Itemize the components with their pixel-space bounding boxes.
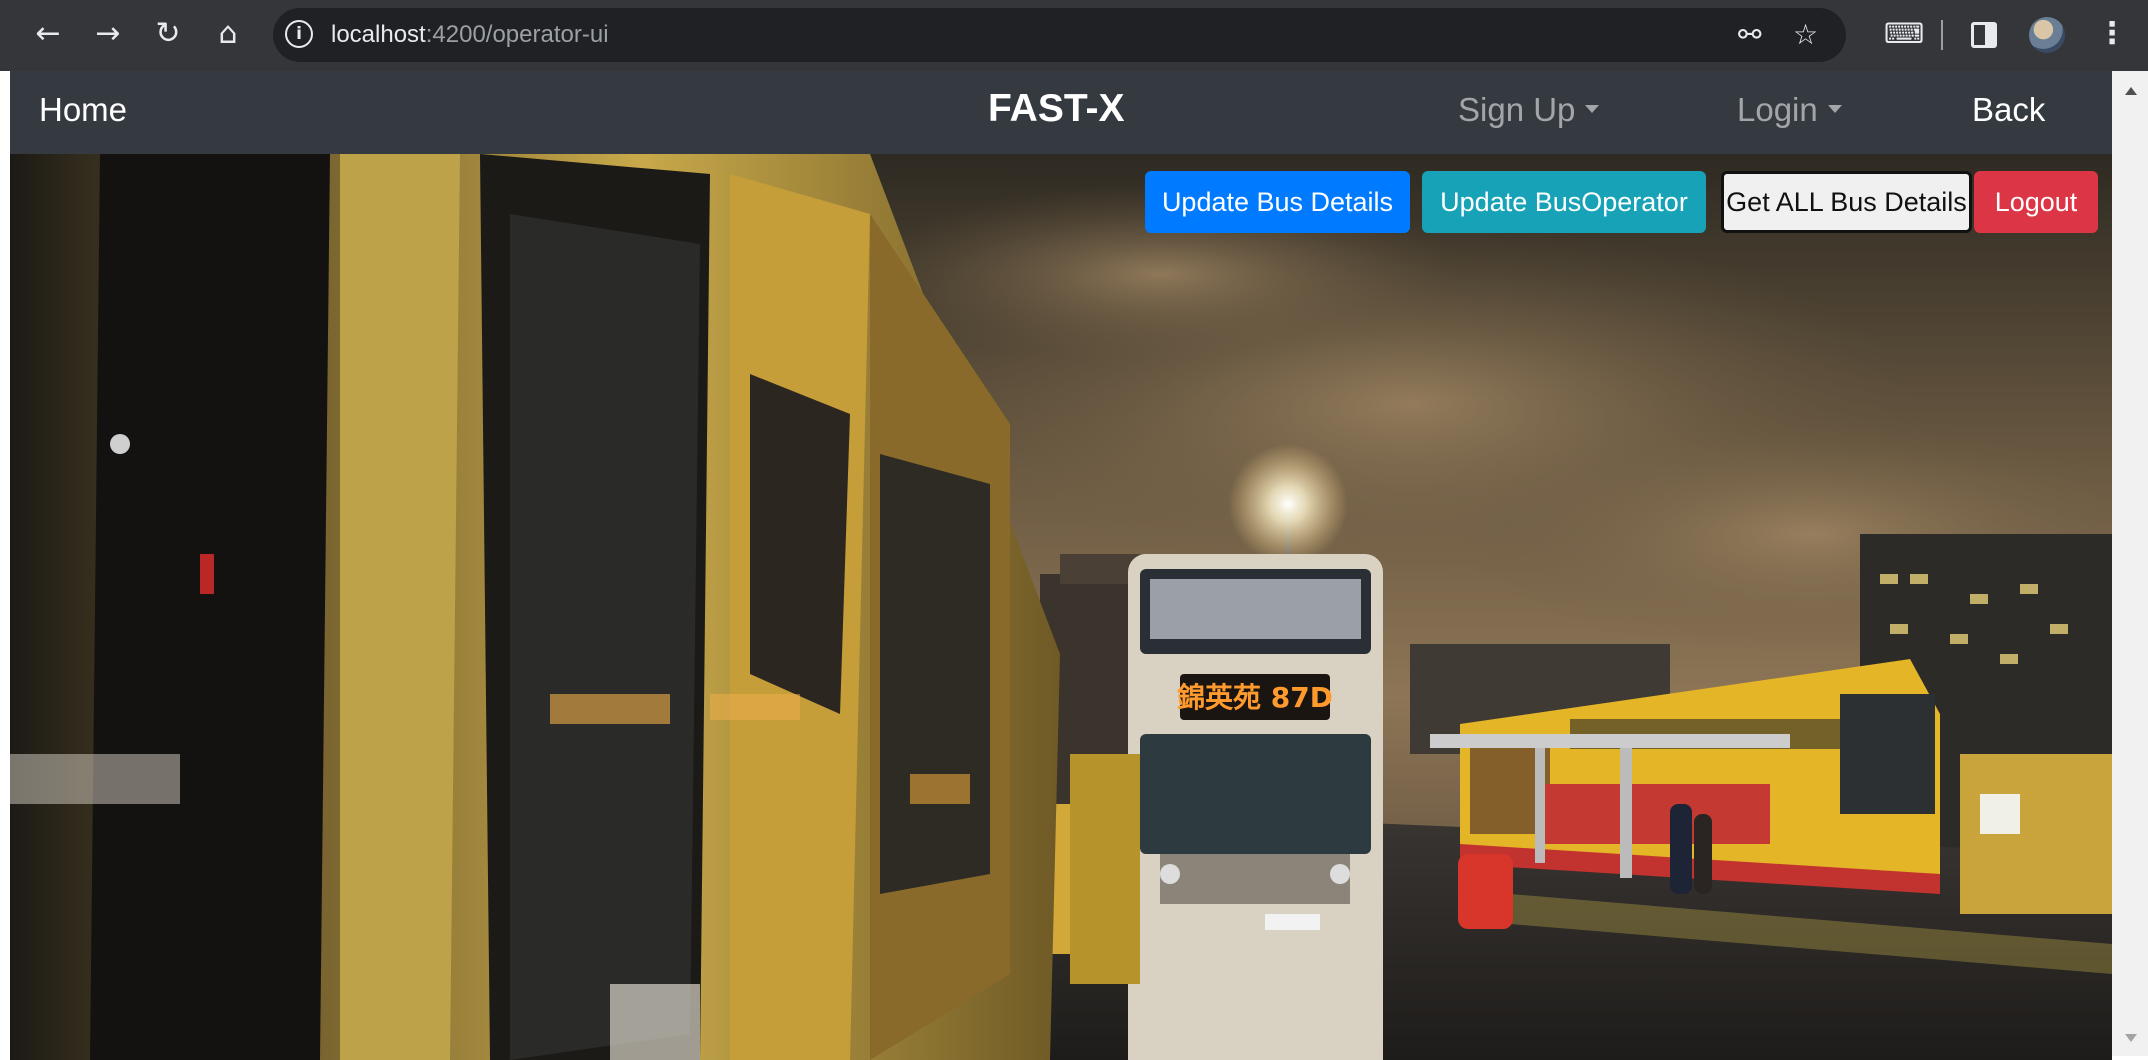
scroll-down-arrow-icon[interactable]: [2125, 1034, 2137, 1042]
brand-title[interactable]: FAST-X: [988, 85, 1125, 133]
page-scrollbar[interactable]: [2112, 71, 2148, 1056]
nav-home-link[interactable]: Home: [39, 89, 127, 131]
update-bus-details-button[interactable]: Update Bus Details: [1145, 171, 1410, 233]
forward-arrow-icon[interactable]: →: [88, 14, 128, 54]
bookmark-star-icon[interactable]: ☆: [1793, 18, 1818, 52]
menu-kebab-icon[interactable]: ⋮: [2097, 14, 2127, 54]
bus-destination-sign: 錦英苑 87D: [1177, 681, 1333, 714]
update-bus-operator-button[interactable]: Update BusOperator: [1422, 171, 1706, 233]
hero-background-image: 錦英苑 87D: [10, 154, 2112, 1060]
url-host: localhost: [331, 21, 426, 48]
password-key-icon[interactable]: ⚯: [1738, 18, 1761, 52]
back-arrow-icon[interactable]: ←: [28, 14, 68, 54]
nav-signup-dropdown[interactable]: Sign Up: [1458, 89, 1600, 131]
nav-back-link[interactable]: Back: [1972, 89, 2045, 131]
nav-login-label: Login: [1737, 91, 1818, 128]
extensions-icon[interactable]: ⌨: [1884, 14, 1924, 54]
url-path: :4200/operator-ui: [425, 21, 609, 48]
logout-button[interactable]: Logout: [1974, 171, 2098, 233]
url-text[interactable]: localhost:4200/operator-ui: [331, 20, 609, 50]
get-all-bus-details-button[interactable]: Get ALL Bus Details: [1721, 171, 1972, 233]
address-bar[interactable]: i localhost:4200/operator-ui ⚯ ☆: [273, 8, 1846, 62]
nav-signup-label: Sign Up: [1458, 91, 1576, 128]
nav-login-dropdown[interactable]: Login: [1737, 89, 1842, 131]
home-icon[interactable]: ⌂: [208, 14, 248, 54]
scroll-up-arrow-icon[interactable]: [2125, 87, 2137, 95]
caret-down-icon: [1585, 105, 1600, 114]
toolbar-divider: [1941, 20, 1943, 50]
profile-avatar[interactable]: [2029, 17, 2065, 53]
side-panel-icon[interactable]: [1971, 22, 1997, 48]
browser-toolbar: ← → ↻ ⌂ i localhost:4200/operator-ui ⚯ ☆…: [0, 0, 2148, 71]
site-info-icon[interactable]: i: [285, 20, 313, 48]
caret-down-icon: [1827, 105, 1842, 114]
app-navbar: Home FAST-X Sign Up Login Back: [10, 71, 2112, 154]
bus-terminal-illustration: 錦英苑 87D: [10, 154, 2112, 1060]
reload-icon[interactable]: ↻: [148, 14, 188, 54]
